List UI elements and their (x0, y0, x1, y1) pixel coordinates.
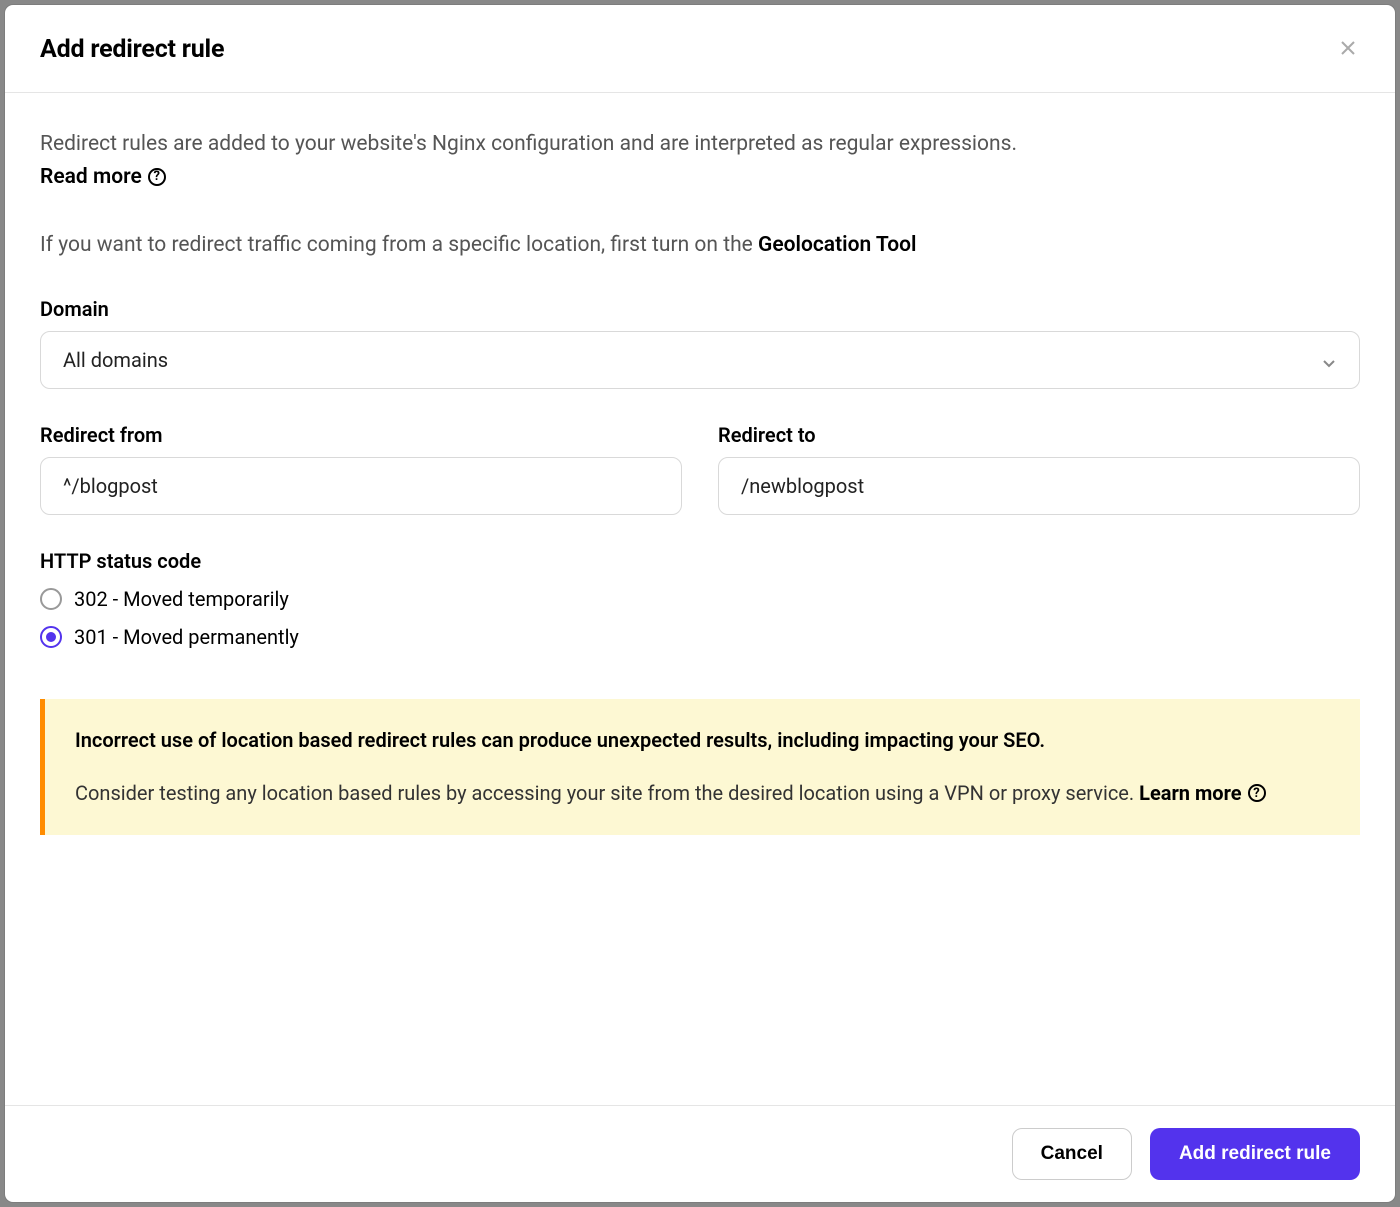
redirect-to-field: Redirect to (718, 423, 1360, 515)
radio-301[interactable]: 301 - Moved permanently (40, 625, 1360, 649)
redirect-from-field: Redirect from (40, 423, 682, 515)
geolocation-hint-text: If you want to redirect traffic coming f… (40, 233, 758, 257)
warning-banner: Incorrect use of location based redirect… (40, 699, 1360, 835)
radio-302[interactable]: 302 - Moved temporarily (40, 587, 1360, 611)
help-icon: ? (148, 168, 166, 186)
redirect-to-label: Redirect to (718, 423, 1360, 447)
redirect-from-input[interactable] (40, 457, 682, 515)
radio-icon (40, 588, 62, 610)
help-icon: ? (1248, 784, 1266, 802)
read-more-link[interactable]: Read more ? (40, 165, 166, 189)
chevron-down-icon (1321, 352, 1337, 368)
redirect-row: Redirect from Redirect to (40, 423, 1360, 515)
read-more-label: Read more (40, 165, 142, 189)
geolocation-hint: If you want to redirect traffic coming f… (40, 233, 1360, 257)
domain-selected-value: All domains (63, 348, 168, 372)
cancel-button[interactable]: Cancel (1012, 1128, 1132, 1180)
domain-field: Domain All domains (40, 297, 1360, 389)
radio-icon (40, 626, 62, 648)
add-redirect-rule-button[interactable]: Add redirect rule (1150, 1128, 1360, 1180)
domain-label: Domain (40, 297, 1360, 321)
modal-header: Add redirect rule (5, 5, 1395, 93)
close-icon (1340, 40, 1356, 59)
modal-title: Add redirect rule (40, 35, 224, 64)
http-status-label: HTTP status code (40, 549, 1360, 573)
radio-301-label: 301 - Moved permanently (74, 625, 299, 649)
modal-body: Redirect rules are added to your website… (5, 93, 1395, 1105)
domain-select[interactable]: All domains (40, 331, 1360, 389)
warning-line-1: Incorrect use of location based redirect… (75, 725, 1330, 756)
learn-more-link[interactable]: Learn more ? (1139, 778, 1265, 809)
intro-description: Redirect rules are added to your website… (40, 129, 1360, 161)
radio-302-label: 302 - Moved temporarily (74, 587, 289, 611)
redirect-to-input[interactable] (718, 457, 1360, 515)
redirect-from-label: Redirect from (40, 423, 682, 447)
warning-line-2-text: Consider testing any location based rule… (75, 781, 1139, 805)
modal-footer: Cancel Add redirect rule (5, 1105, 1395, 1202)
warning-line-2: Consider testing any location based rule… (75, 778, 1330, 809)
close-button[interactable] (1336, 38, 1360, 62)
http-status-field: HTTP status code 302 - Moved temporarily… (40, 549, 1360, 649)
geolocation-tool-link[interactable]: Geolocation Tool (758, 233, 916, 257)
add-redirect-rule-modal: Add redirect rule Redirect rules are add… (5, 5, 1395, 1202)
learn-more-label: Learn more (1139, 778, 1241, 809)
